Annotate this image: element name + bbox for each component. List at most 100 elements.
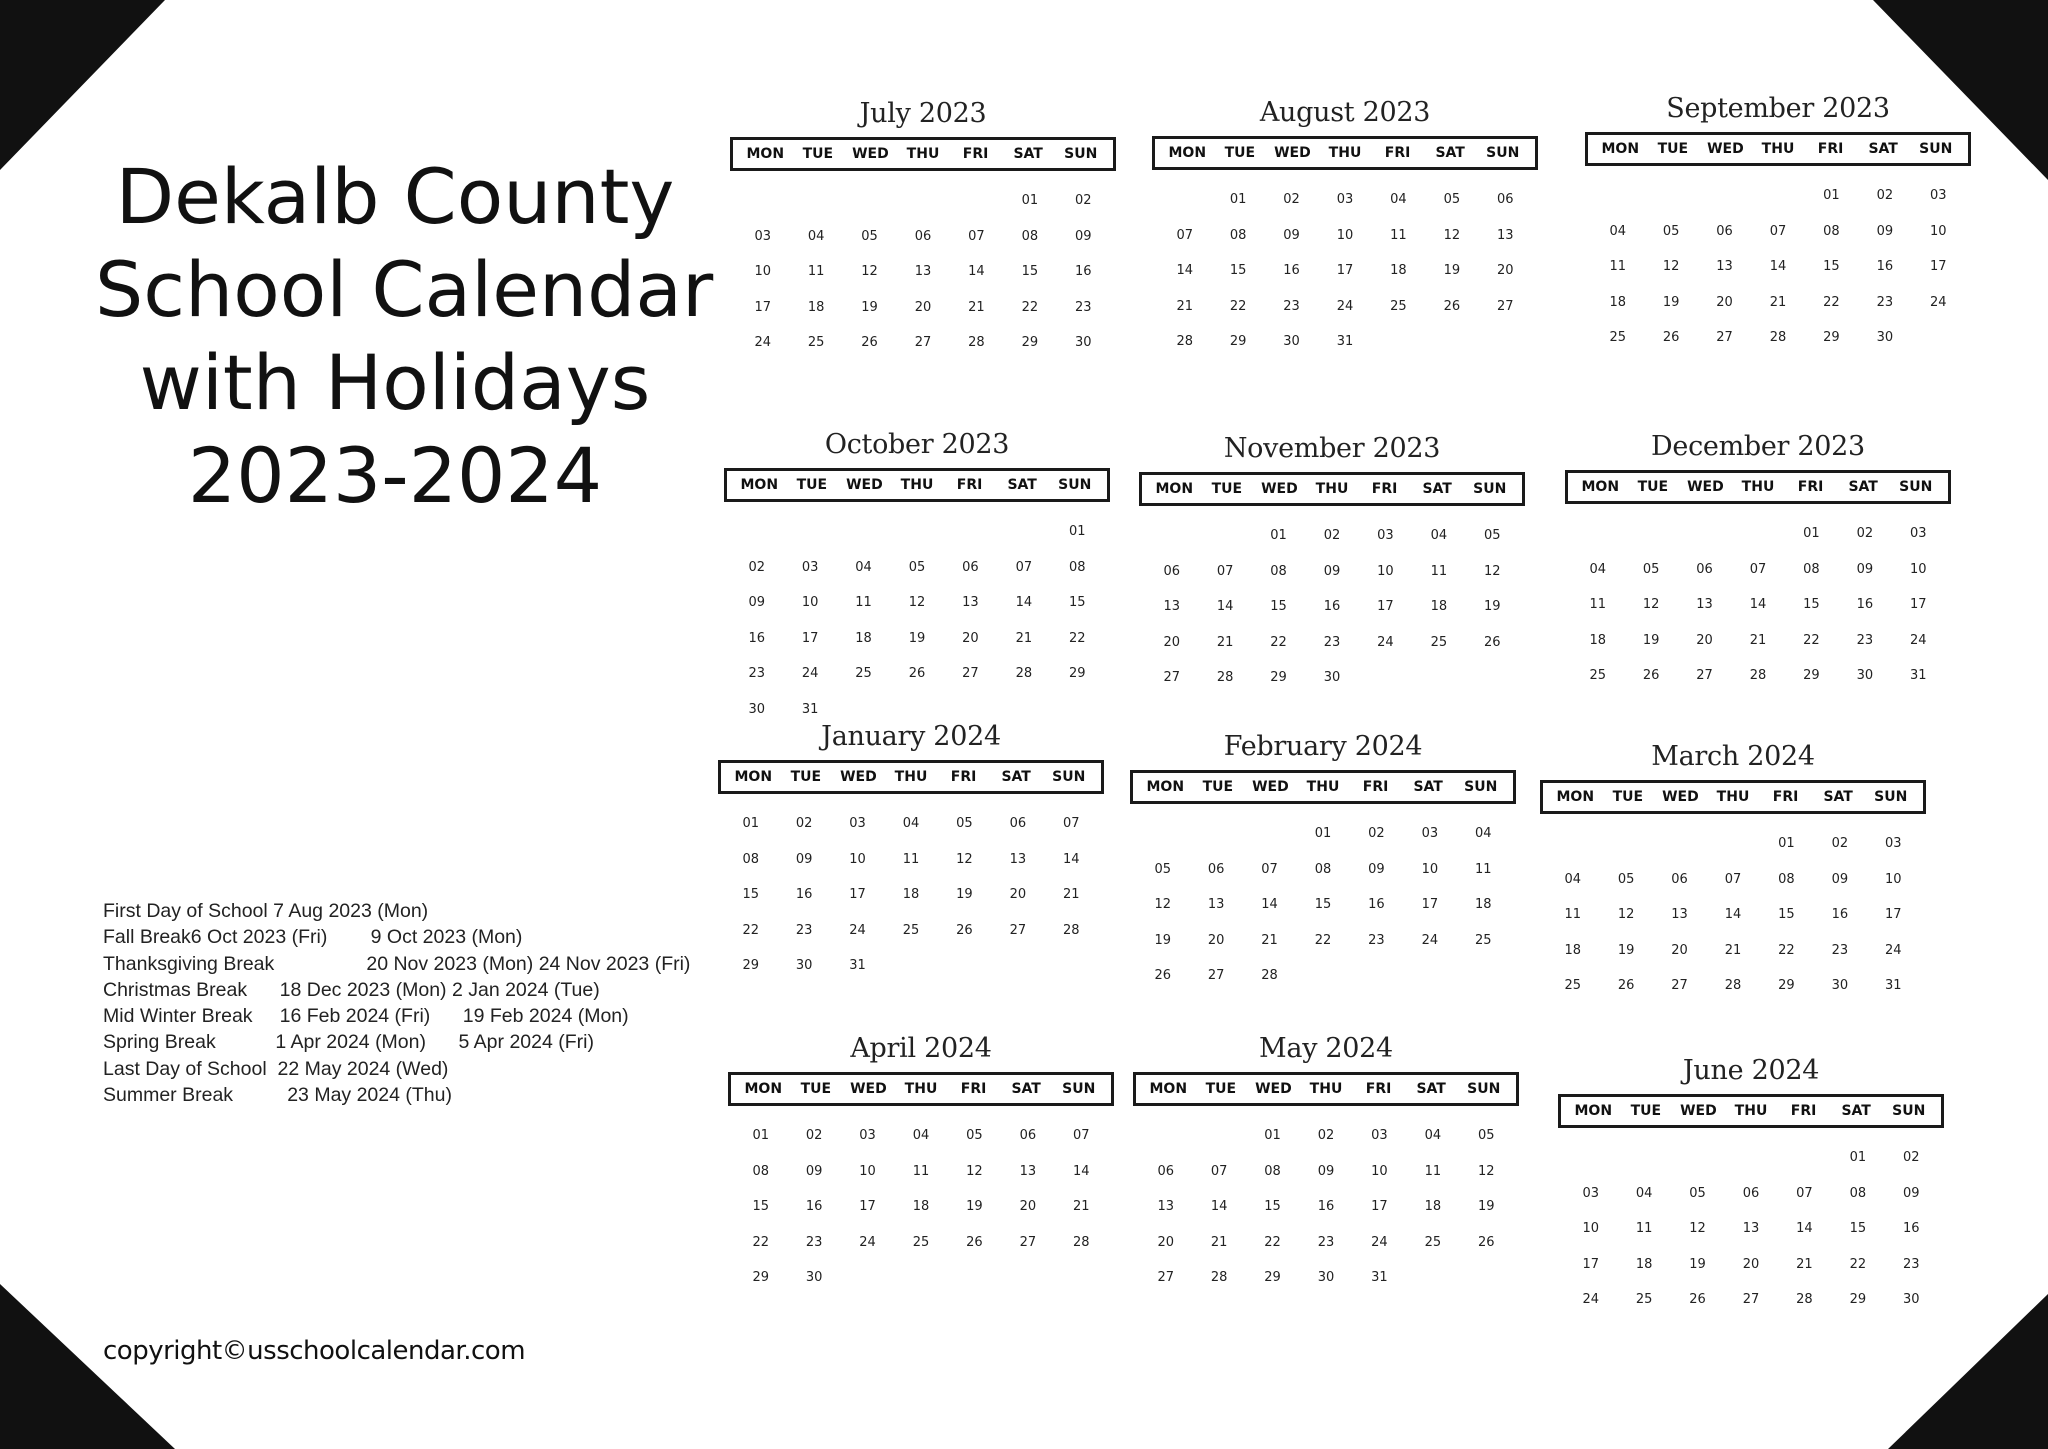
day-cell: 13 [1157, 1199, 1174, 1214]
weekday-label: SAT [1848, 479, 1878, 495]
day-cell: 27 [1163, 670, 1180, 685]
day-cell: 12 [1642, 597, 1660, 612]
day-cell: 09 [1876, 223, 1894, 239]
day-cell: 21 [1769, 294, 1787, 310]
month-title: January 2024 [821, 721, 1001, 752]
empty-cell [1644, 178, 1697, 214]
empty-cell [1678, 516, 1731, 552]
weekday-label: FRI [1817, 141, 1844, 157]
empty-cell [1145, 518, 1198, 554]
empty-cell [1599, 826, 1652, 862]
weekday-label: SUN [1892, 1103, 1926, 1119]
day-cell: 18 [1430, 599, 1448, 614]
day-cell: 07 [1210, 1163, 1228, 1179]
day-grid: 01 02 03 04 05 06 07 08 09 10 11 12 13 14 15 16 17 18 19 20… [724, 514, 1110, 727]
day-cell: 21 [968, 299, 985, 315]
month-title: November 2023 [1223, 433, 1441, 464]
weekday-label: WED [840, 769, 877, 785]
day-cell: 16 [1903, 1221, 1920, 1236]
day-cell: 05 [956, 816, 973, 831]
day-cell: 06 [1157, 1163, 1174, 1179]
day-cell: 15 [1778, 907, 1795, 922]
day-cell: 26 [908, 666, 926, 681]
weekday-header: MON TUE WED THU FRI SAT SUN [1585, 132, 1971, 166]
day-cell: 07 [1073, 1128, 1090, 1143]
day-cell: 22 [1069, 630, 1086, 646]
day-cell: 09 [748, 595, 765, 610]
day-cell: 30 [1856, 668, 1874, 683]
day-cell: 07 [1749, 561, 1767, 577]
day-cell: 09 [1075, 228, 1092, 244]
weekday-label: WED [1680, 1103, 1717, 1119]
day-cell: 25 [1424, 1234, 1442, 1250]
day-cell: 06 [1742, 1185, 1760, 1201]
empty-cell [1671, 1140, 1724, 1176]
day-cell: 01 [1069, 524, 1086, 539]
day-cell: 14 [1261, 897, 1278, 912]
day-cell: 07 [1015, 559, 1033, 575]
empty-cell [944, 514, 997, 550]
weekday-label: TUE [1205, 1081, 1237, 1097]
day-cell: 13 [1696, 597, 1713, 612]
weekday-label: SUN [1486, 145, 1520, 161]
day-cell: 17 [1885, 907, 1902, 922]
day-cell: 26 [1662, 330, 1680, 345]
day-cell: 11 [855, 595, 872, 610]
weekday-label: THU [904, 1081, 938, 1097]
day-cell: 27 [1696, 668, 1713, 683]
day-cell: 26 [966, 1234, 983, 1250]
day-cell: 27 [1671, 978, 1688, 993]
weekday-header: MON TUE WED THU FRI SAT SUN [1540, 780, 1926, 814]
day-cell: 03 [859, 1128, 876, 1143]
day-cell: 22 [1314, 932, 1332, 948]
holiday-row: Fall Break6 Oct 2023 (Fri) 9 Oct 2023 (M… [103, 926, 523, 949]
day-cell: 14 [1015, 595, 1033, 610]
weekday-header: MON TUE WED THU FRI SAT SUN [1139, 472, 1525, 506]
empty-cell [1698, 178, 1751, 214]
day-cell: 26 [1478, 1234, 1495, 1250]
day-cell: 17 [859, 1199, 876, 1214]
day-cell: 24 [1377, 634, 1394, 650]
day-cell: 23 [1831, 942, 1849, 958]
day-cell: 14 [1724, 907, 1742, 922]
day-cell: 17 [1910, 597, 1927, 612]
weekday-header: MON TUE WED THU FRI SAT SUN [1130, 770, 1516, 804]
day-grid: 01 02 03 04 05 06 07 08 09 10 11 12 13 14 15 16 17 18 19 20… [728, 1118, 1114, 1296]
day-cell: 07 [1769, 223, 1787, 239]
day-cell: 09 [1903, 1185, 1920, 1201]
day-grid: 01 02 03 04 05 06 07 08 09 10 11 12 13 14 15 16 17 18 19 20… [1558, 1140, 1944, 1318]
empty-cell [1751, 178, 1804, 214]
month-title: September 2023 [1666, 93, 1890, 124]
day-cell: 21 [1063, 887, 1080, 902]
holiday-row: Mid Winter Break 16 Feb 2024 (Fri) 19 Fe… [103, 1005, 629, 1028]
month-calendar: August 2023 MON TUE WED THU FRI SAT SUN 01 02 03 04… [1152, 94, 1538, 360]
weekday-label: TUE [1612, 789, 1644, 805]
day-cell: 02 [1075, 193, 1092, 208]
day-cell: 07 [1176, 227, 1193, 243]
day-cell: 17 [754, 299, 771, 315]
weekday-label: THU [906, 146, 940, 162]
day-cell: 07 [1261, 861, 1278, 877]
day-cell: 21 [1210, 1234, 1228, 1250]
day-cell: 16 [1368, 897, 1385, 912]
day-cell: 03 [849, 816, 866, 831]
day-cell: 23 [1856, 632, 1874, 648]
holiday-row: Summer Break 23 May 2024 (Thu) [103, 1084, 452, 1107]
day-cell: 23 [805, 1234, 823, 1250]
day-cell: 14 [1796, 1221, 1813, 1236]
weekday-label: SAT [1868, 141, 1898, 157]
day-cell: 24 [1910, 632, 1927, 648]
day-cell: 03 [1930, 188, 1947, 203]
day-cell: 10 [1885, 871, 1902, 887]
day-cell: 16 [1856, 597, 1874, 612]
empty-cell [843, 183, 896, 219]
day-cell: 04 [902, 816, 920, 831]
day-cell: 17 [1371, 1199, 1388, 1214]
day-cell: 04 [1589, 561, 1606, 577]
weekday-label: SAT [1416, 1081, 1446, 1097]
day-cell: 22 [1849, 1256, 1867, 1272]
day-cell: 28 [1261, 968, 1278, 983]
holiday-list: First Day of School 7 Aug 2023 (Mon) Fal… [103, 898, 690, 1108]
day-cell: 17 [1930, 259, 1947, 274]
day-cell: 20 [1019, 1199, 1037, 1214]
